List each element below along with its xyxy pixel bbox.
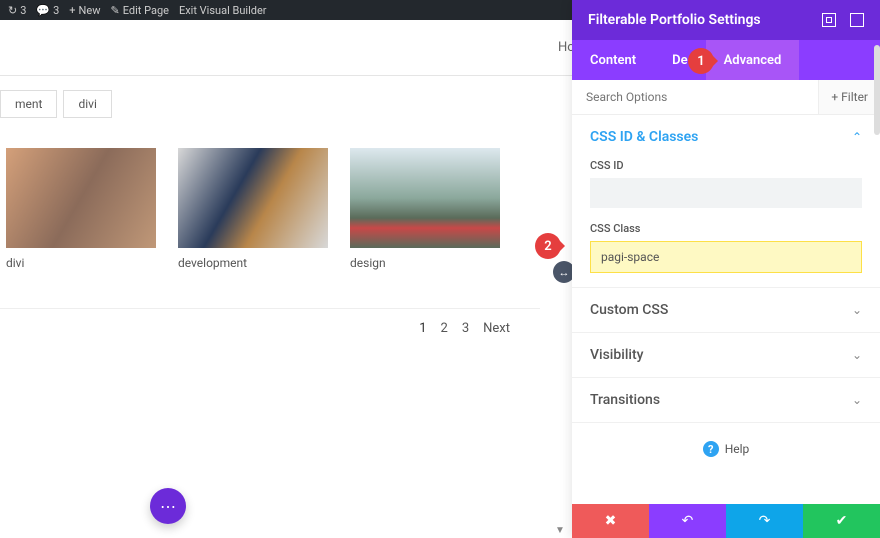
portfolio-label: design bbox=[350, 256, 500, 270]
filter-divi[interactable]: divi bbox=[63, 90, 111, 118]
callout-2: 2 bbox=[535, 233, 561, 259]
settings-panel: Filterable Portfolio Settings Content De… bbox=[572, 0, 880, 538]
section-transitions[interactable]: Transitions ⌄ bbox=[572, 378, 880, 423]
edit-page-item[interactable]: ✎ Edit Page bbox=[111, 4, 169, 17]
fab-menu[interactable]: ⋯ bbox=[150, 488, 186, 524]
help-label: Help bbox=[725, 442, 750, 456]
section-css-id-classes: CSS ID & Classes ⌃ CSS ID CSS Class bbox=[572, 115, 880, 288]
expand-icon[interactable] bbox=[850, 13, 864, 27]
page-2[interactable]: 2 bbox=[441, 321, 448, 336]
chevron-up-icon: ⌃ bbox=[852, 130, 862, 144]
css-class-label: CSS Class bbox=[590, 222, 862, 235]
portfolio-item[interactable]: divi bbox=[6, 148, 156, 270]
section-custom-css[interactable]: Custom CSS ⌄ bbox=[572, 288, 880, 333]
section-visibility[interactable]: Visibility ⌄ bbox=[572, 333, 880, 378]
new-label: New bbox=[79, 4, 101, 17]
portfolio-image bbox=[350, 148, 500, 248]
panel-tabs: Content De Advanced bbox=[572, 40, 880, 80]
chevron-down-icon: ⌄ bbox=[852, 348, 862, 362]
exit-vb-item[interactable]: Exit Visual Builder bbox=[179, 4, 267, 17]
portfolio-label: divi bbox=[6, 256, 156, 270]
css-id-label: CSS ID bbox=[590, 159, 862, 172]
panel-header: Filterable Portfolio Settings bbox=[572, 0, 880, 40]
close-button[interactable]: ✖ bbox=[572, 504, 649, 538]
callout-1: 1 bbox=[688, 48, 714, 74]
scrollbar[interactable] bbox=[874, 45, 880, 135]
comments-item[interactable]: 💬 3 bbox=[36, 4, 59, 17]
search-input[interactable] bbox=[572, 80, 818, 114]
filter-toggle[interactable]: + Filter bbox=[818, 80, 880, 114]
refresh-count: 3 bbox=[20, 4, 26, 17]
chevron-down-icon: ⌄ bbox=[852, 393, 862, 407]
scroll-chevron-icon: ▼ bbox=[555, 525, 565, 536]
css-class-input[interactable] bbox=[590, 241, 862, 273]
portfolio-item[interactable]: design bbox=[350, 148, 500, 270]
section-title: Custom CSS bbox=[590, 302, 668, 318]
comments-count: 3 bbox=[53, 4, 59, 17]
new-item[interactable]: + New bbox=[69, 4, 100, 17]
undo-button[interactable]: ↶ bbox=[649, 504, 726, 538]
css-id-input[interactable] bbox=[590, 178, 862, 208]
edit-label: Edit Page bbox=[123, 4, 169, 17]
portfolio-label: development bbox=[178, 256, 328, 270]
search-row: + Filter bbox=[572, 80, 880, 115]
page-1[interactable]: 1 bbox=[419, 321, 426, 336]
portfolio-item[interactable]: development bbox=[178, 148, 328, 270]
section-title: CSS ID & Classes bbox=[590, 129, 698, 145]
panel-title: Filterable Portfolio Settings bbox=[588, 12, 761, 28]
tab-content[interactable]: Content bbox=[572, 40, 654, 80]
help-link[interactable]: ? Help bbox=[572, 423, 880, 475]
section-head-css[interactable]: CSS ID & Classes ⌃ bbox=[590, 129, 862, 145]
portfolio-image bbox=[178, 148, 328, 248]
filter-ment[interactable]: ment bbox=[0, 90, 57, 118]
pagination: 1 2 3 Next bbox=[0, 321, 510, 336]
save-button[interactable]: ✔ bbox=[803, 504, 880, 538]
chevron-down-icon: ⌄ bbox=[852, 303, 862, 317]
help-icon: ? bbox=[703, 441, 719, 457]
refresh-item[interactable]: ↻ 3 bbox=[8, 4, 26, 17]
panel-actions: ✖ ↶ ↷ ✔ bbox=[572, 504, 880, 538]
exit-label: Exit Visual Builder bbox=[179, 4, 267, 17]
section-title: Transitions bbox=[590, 392, 660, 408]
section-title: Visibility bbox=[590, 347, 643, 363]
focus-icon[interactable] bbox=[822, 13, 836, 27]
page-3[interactable]: 3 bbox=[462, 321, 469, 336]
redo-button[interactable]: ↷ bbox=[726, 504, 803, 538]
portfolio-image bbox=[6, 148, 156, 248]
page-next[interactable]: Next bbox=[483, 321, 510, 336]
divider bbox=[0, 308, 540, 309]
